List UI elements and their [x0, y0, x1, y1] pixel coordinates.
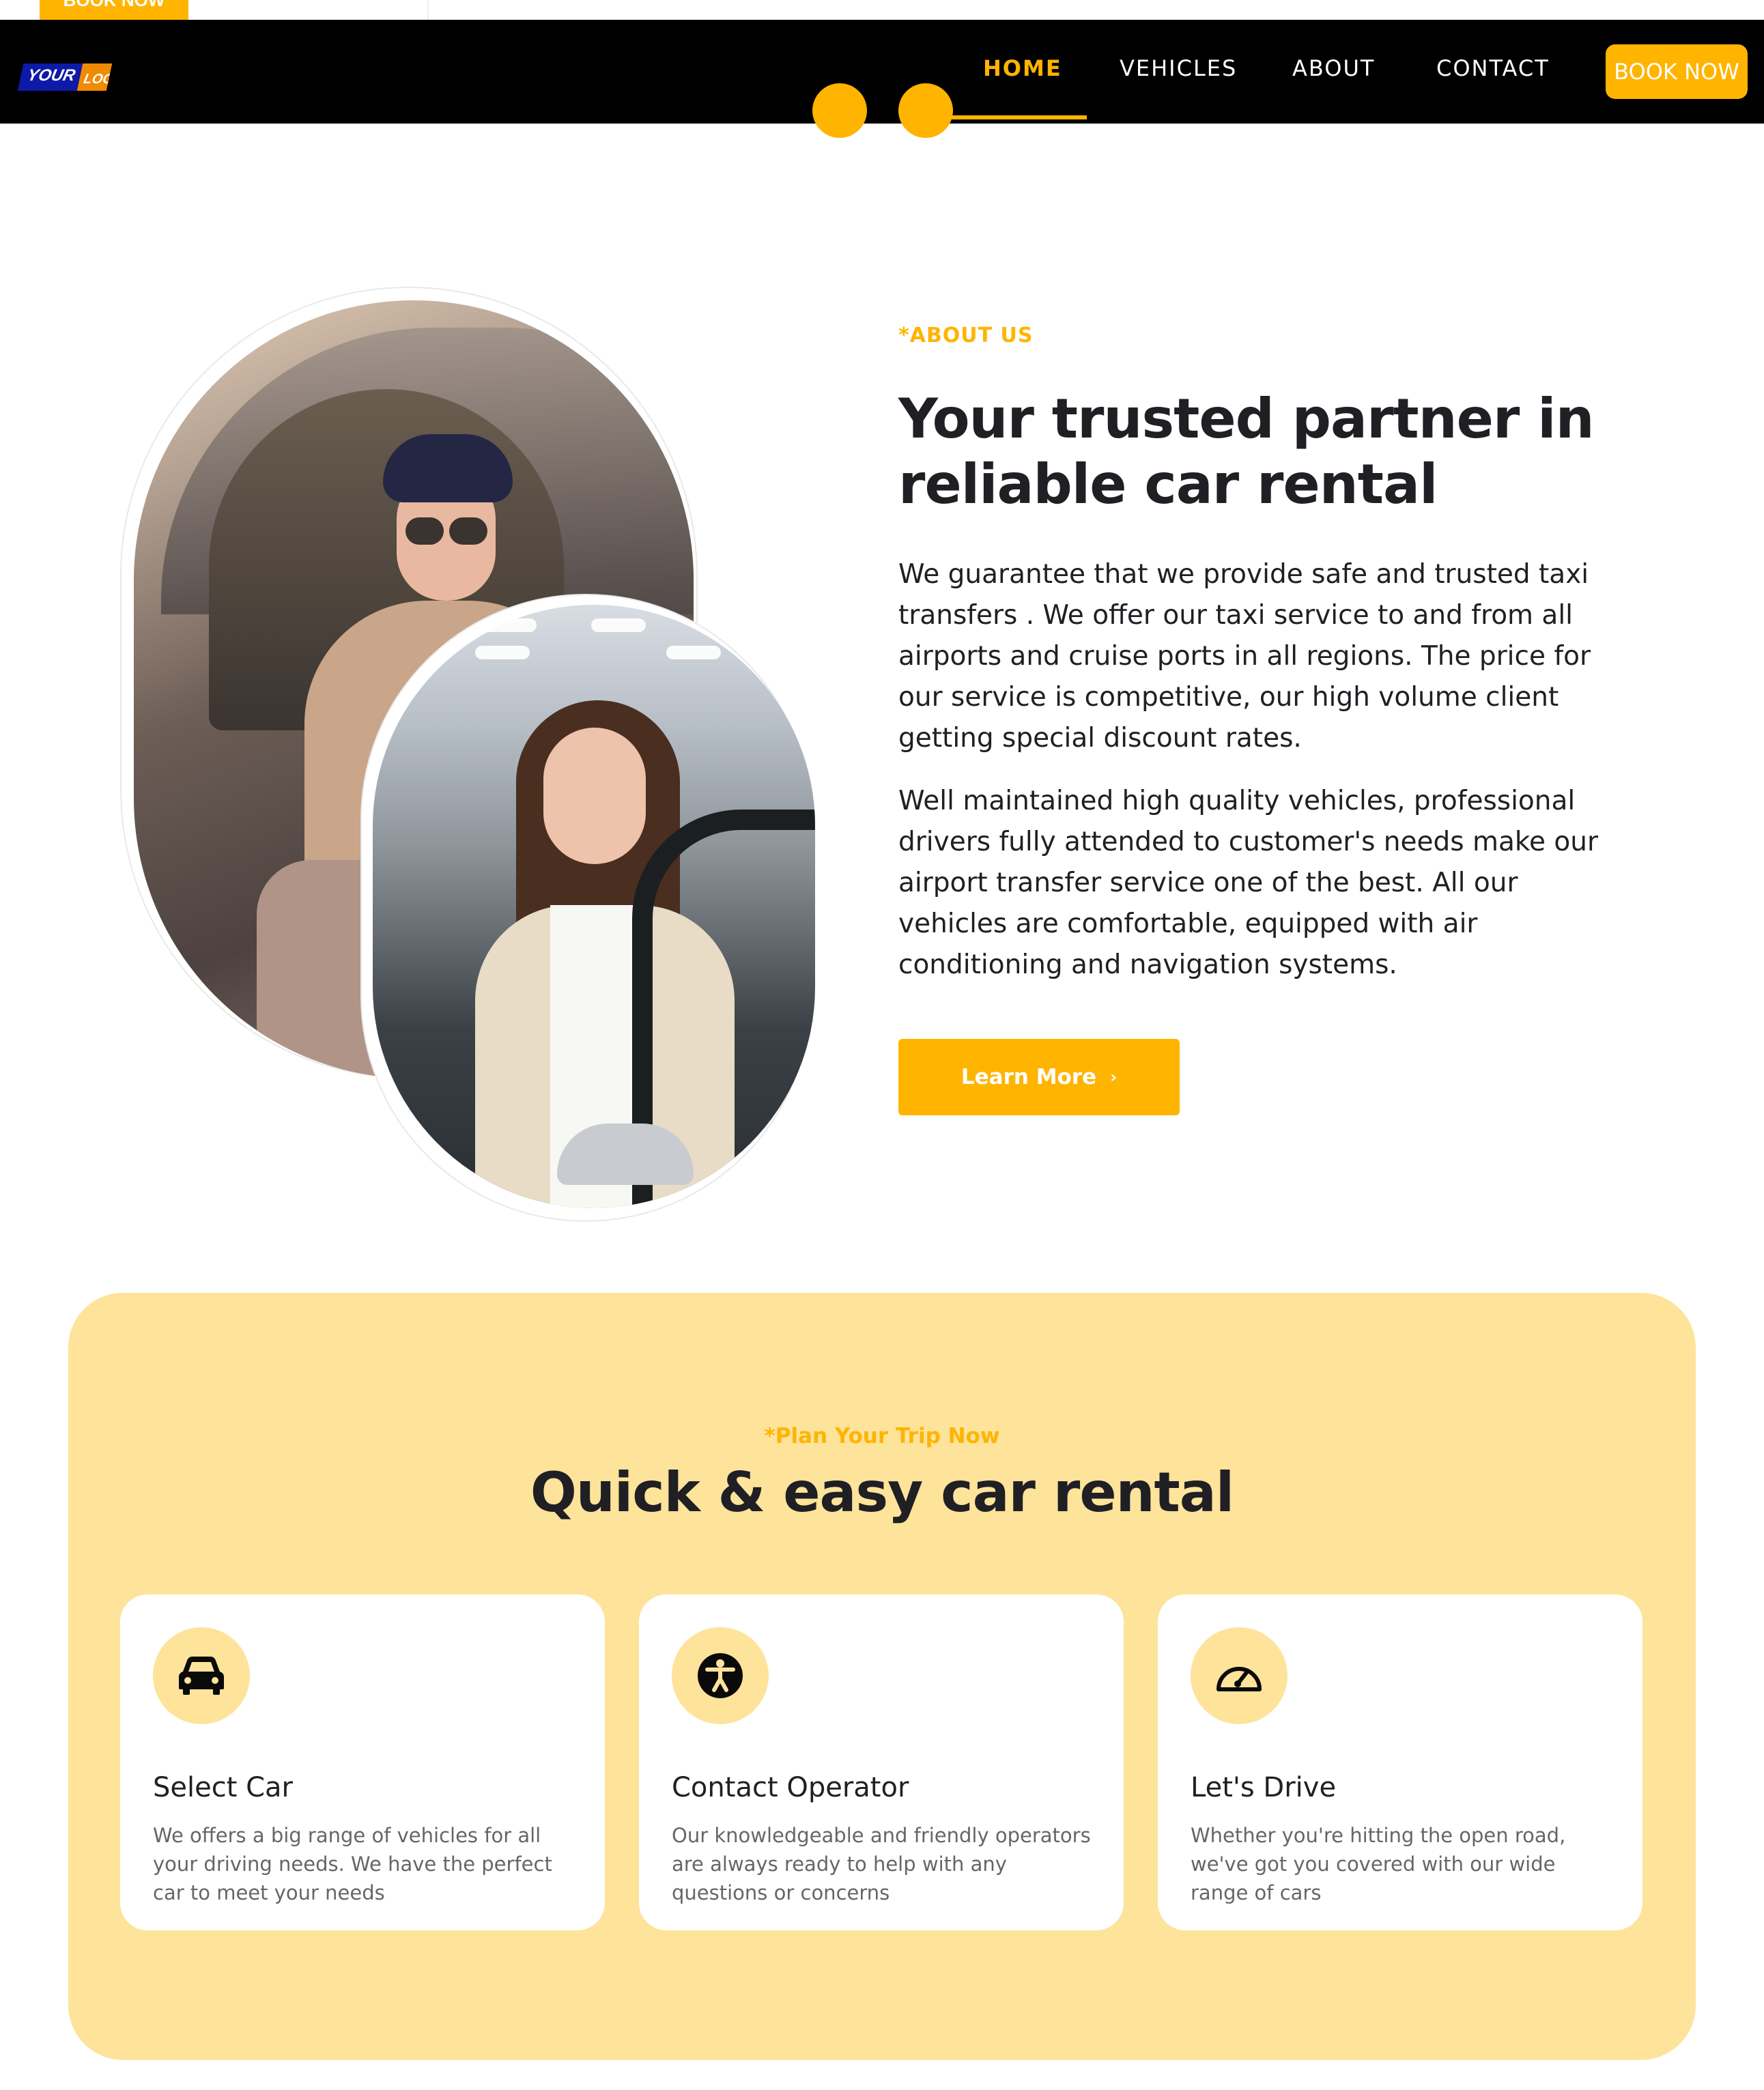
logo-part-your: YOUR	[17, 63, 83, 91]
feature-card-select-car: Select Car We offers a big range of vehi…	[120, 1594, 605, 1930]
about-paragraph-1: We guarantee that we provide safe and tr…	[898, 559, 1591, 754]
top-strip: BOOK NOW	[0, 0, 1764, 20]
card-text: Whether you're hitting the open road, we…	[1191, 1824, 1566, 1904]
nav-about[interactable]: ABOUT	[1292, 55, 1375, 81]
about-photo-collage	[120, 287, 816, 1222]
learn-more-button[interactable]: Learn More ›	[898, 1039, 1180, 1115]
book-now-button[interactable]: BOOK NOW	[1606, 44, 1748, 99]
feature-card-contact-operator: Contact Operator Our knowledgeable and f…	[639, 1594, 1124, 1930]
woman-showroom-photo	[373, 605, 815, 1208]
card-text: We offers a big range of vehicles for al…	[153, 1824, 552, 1904]
about-paragraph-2: Well maintained high quality vehicles, p…	[898, 786, 1599, 980]
about-kicker: *ABOUT US	[898, 324, 1034, 347]
logo-part-logo: LOGO	[77, 63, 113, 91]
about-title: Your trusted partner in reliable car ren…	[898, 387, 1595, 516]
plan-title: Quick & easy car rental	[530, 1461, 1234, 1524]
previous-book-button[interactable]: BOOK NOW	[40, 0, 188, 20]
nav-home[interactable]: HOME	[983, 55, 1062, 81]
speedometer-icon	[1191, 1627, 1288, 1724]
learn-more-label: Learn More	[961, 1065, 1097, 1089]
card-title: Select Car	[153, 1772, 293, 1803]
nav-contact[interactable]: CONTACT	[1436, 55, 1550, 81]
plan-section: *Plan Your Trip Now Quick & easy car ren…	[68, 1293, 1696, 2060]
slider-dot-2[interactable]	[898, 83, 953, 138]
site-header: YOUR LOGO HOME VEHICLES ABOUT CONTACT BO…	[0, 20, 1764, 124]
card-text: Our knowledgeable and friendly operators…	[672, 1824, 1091, 1904]
plan-kicker: *Plan Your Trip Now	[764, 1424, 1000, 1448]
card-title: Let's Drive	[1191, 1772, 1337, 1803]
feature-card-lets-drive: Let's Drive Whether you're hitting the o…	[1158, 1594, 1642, 1930]
car-icon	[153, 1627, 250, 1724]
nav-active-indicator	[950, 115, 1087, 119]
slider-dot-1[interactable]	[812, 83, 867, 138]
site-logo[interactable]: YOUR LOGO	[17, 63, 113, 91]
card-title: Contact Operator	[672, 1772, 909, 1803]
accessibility-icon	[672, 1627, 769, 1724]
chevron-right-icon: ›	[1110, 1068, 1118, 1087]
nav-vehicles[interactable]: VEHICLES	[1120, 55, 1237, 81]
